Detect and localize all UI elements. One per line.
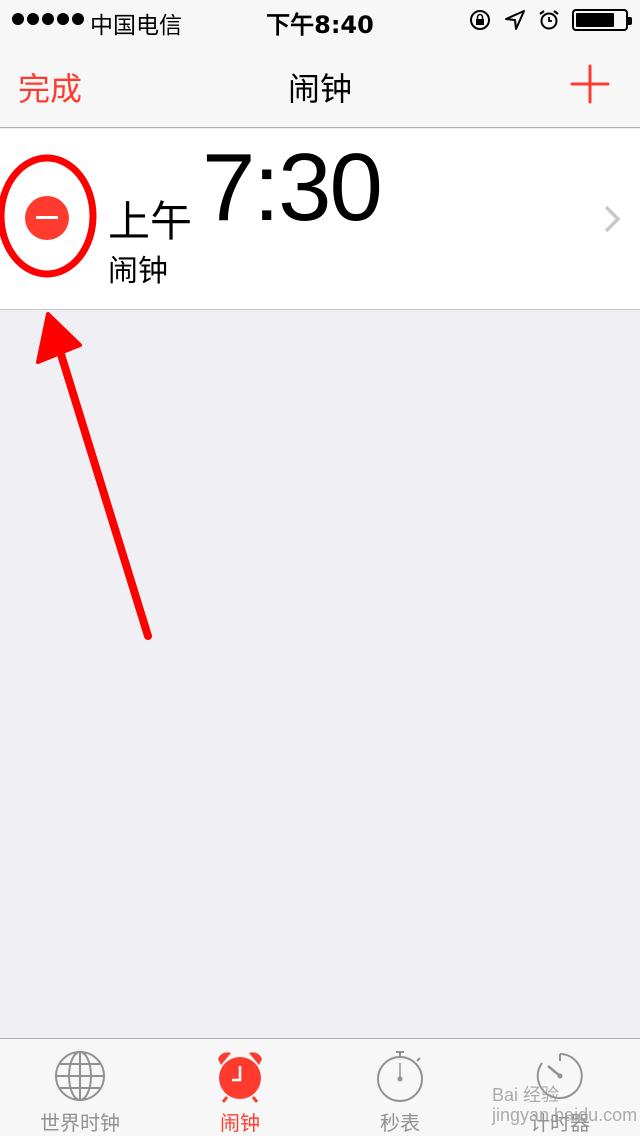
page-title: 闹钟 xyxy=(287,70,352,108)
globe-icon xyxy=(55,1051,105,1101)
alarm-label: 闹钟 xyxy=(108,254,168,289)
stopwatch-icon xyxy=(377,1051,423,1102)
watermark: Bai 经验 jingyan.baidu.com xyxy=(492,1085,638,1125)
tab-stopwatch[interactable]: 秒表 xyxy=(320,1039,480,1136)
battery-icon xyxy=(572,9,632,31)
navigation-bar: 完成 闹钟 xyxy=(0,40,640,128)
tab-label: 秒表 xyxy=(380,1111,420,1135)
tab-alarm[interactable]: 闹钟 xyxy=(160,1039,320,1136)
tab-world-clock[interactable]: 世界时钟 xyxy=(0,1039,160,1136)
plus-icon[interactable] xyxy=(570,64,610,104)
annotation-arrowhead xyxy=(36,312,82,364)
chevron-right-icon[interactable] xyxy=(604,205,620,233)
orientation-lock-icon xyxy=(470,10,490,30)
minus-icon xyxy=(36,216,58,219)
alarm-time: 7:30 xyxy=(202,134,383,241)
delete-alarm-button[interactable] xyxy=(25,196,69,240)
status-bar: 中国电信 下午8:40 xyxy=(0,0,640,40)
location-arrow-icon xyxy=(505,10,525,30)
alarm-icon xyxy=(539,10,559,30)
tab-label: 世界时钟 xyxy=(40,1111,120,1135)
annotation-arrow xyxy=(51,331,152,640)
tab-label: 闹钟 xyxy=(220,1111,260,1135)
status-icons xyxy=(468,8,632,32)
alarm-ampm: 上午 xyxy=(108,197,193,246)
alarm-clock-icon xyxy=(218,1052,262,1103)
